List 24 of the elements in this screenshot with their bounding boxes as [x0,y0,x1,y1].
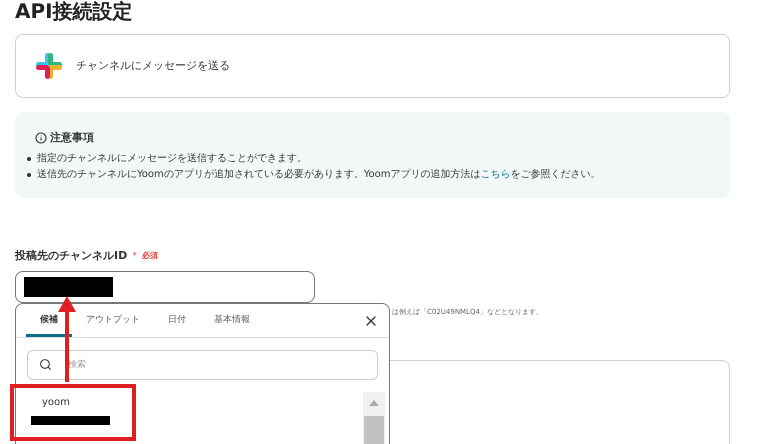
field-label: 投稿先のチャンネルID [15,248,128,264]
candidate-name: yoom [42,396,70,410]
search-icon [39,358,52,371]
scrollbar[interactable] [363,392,385,444]
notice-heading: 注意事項 [50,130,94,146]
bullet-icon [27,156,31,160]
required-tag: 必須 [142,250,158,262]
popup-tab[interactable]: アウトプット [72,307,154,337]
search-field[interactable]: 検索 [27,350,378,380]
info-icon [35,132,47,144]
popup-tab[interactable]: 基本情報 [200,307,264,337]
popup-tab[interactable]: 日付 [154,307,200,337]
channel-id-field[interactable] [15,270,315,302]
slack-logo-icon [36,53,62,79]
scroll-thumb[interactable] [364,416,384,444]
notice-item: 指定のチャンネルにメッセージを送信することができます。 [37,152,307,166]
action-label: チャンネルにメッセージを送る [76,58,230,74]
scroll-up-icon[interactable] [369,400,379,406]
notice-item: 送信先のチャンネルにYoomのアプリが追加されている必要があります。Yoomアプリの追加方法はこちら をご参照ください。 [37,168,601,182]
required-mark: ＊ [130,250,140,262]
help-link[interactable]: こちら [480,168,511,180]
page-title: API接続設定 [15,0,133,22]
bullet-icon [27,172,31,176]
candidate-item[interactable]: yoom [31,394,363,425]
